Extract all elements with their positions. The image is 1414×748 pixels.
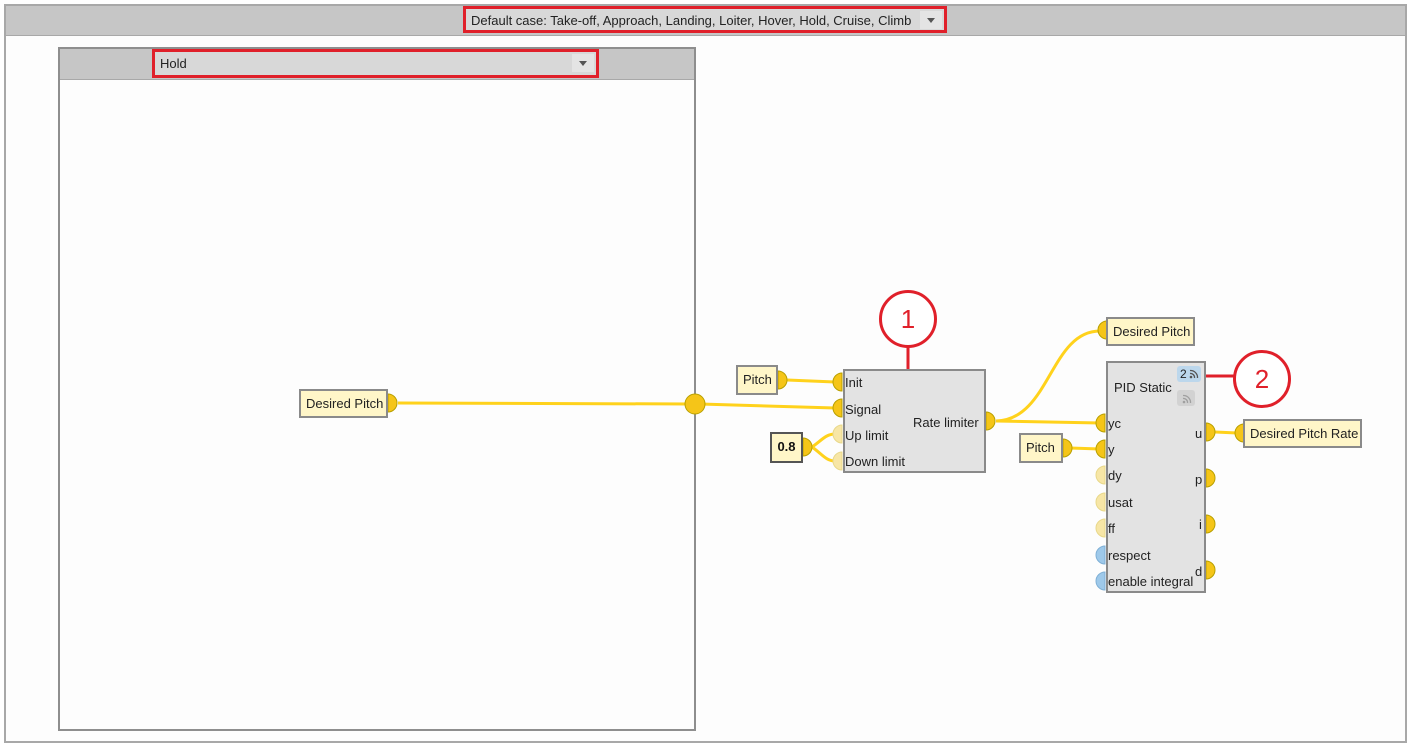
wire [397, 401, 691, 406]
pid-d-port [1205, 560, 1216, 580]
constant-port [802, 437, 813, 457]
pid-u-label: u [1195, 426, 1203, 441]
pid-enable-integral-port [1095, 571, 1106, 591]
desired-pitch-rate-tag[interactable]: Desired Pitch Rate [1243, 419, 1362, 448]
pid-i-port [1205, 514, 1216, 534]
wire [811, 432, 836, 449]
wire [995, 419, 1101, 425]
pid-u-port [1205, 422, 1216, 442]
pid-title: PID Static [1114, 380, 1172, 395]
pid-dy-label: dy [1108, 468, 1122, 483]
pid-usat-label: usat [1108, 495, 1133, 510]
init-label: Init [845, 375, 863, 390]
pid-y-port [1095, 439, 1106, 459]
rss-icon-secondary[interactable] [1177, 390, 1195, 406]
pid-i-label: i [1199, 517, 1202, 532]
rss-icon [1182, 394, 1192, 404]
signal-label: Signal [845, 402, 882, 417]
down-limit-port [832, 451, 843, 471]
pid-respect-label: respect [1108, 548, 1151, 563]
rate-limiter-title: Rate limiter [913, 415, 979, 430]
callout-2: 2 [1233, 350, 1291, 408]
up-limit-port [832, 424, 843, 444]
pitch-feedback-tag[interactable]: Pitch [1019, 433, 1063, 463]
callout-1: 1 [879, 290, 937, 348]
pid-yc-label: yc [1108, 416, 1121, 431]
up-limit-label: Up limit [845, 428, 889, 443]
desired-pitch-tag[interactable]: Desired Pitch [299, 389, 388, 418]
wire [995, 329, 1101, 423]
pid-enable-integral-label: enable integral [1108, 574, 1194, 589]
pid-ff-label: ff [1108, 521, 1115, 536]
signal-port [832, 398, 843, 418]
desired-pitch-port [387, 393, 398, 413]
tunnel-port [684, 393, 706, 415]
wire [699, 402, 836, 410]
pitch-a-port [777, 370, 788, 390]
pid-usat-port [1095, 492, 1106, 512]
wire [786, 378, 836, 384]
pid-y-label: y [1108, 442, 1115, 457]
desired-pitch-output-tag[interactable]: Desired Pitch [1106, 317, 1195, 346]
pitch-input-tag[interactable]: Pitch [736, 365, 778, 395]
pid-yc-port [1095, 413, 1106, 433]
pid-p-port [1205, 468, 1216, 488]
rate-limiter-output-port [985, 411, 996, 431]
rss-icon [1189, 369, 1199, 379]
wire [1214, 430, 1238, 435]
pid-p-label: p [1195, 472, 1203, 487]
wire [1069, 446, 1101, 451]
rss-badge[interactable]: 2 [1177, 366, 1201, 382]
pitch-b-port [1062, 438, 1073, 458]
pid-respect-port [1095, 545, 1106, 565]
constant-value[interactable]: 0.8 [770, 432, 803, 463]
down-limit-label: Down limit [845, 454, 905, 469]
init-port [832, 372, 843, 392]
rss-badge-count: 2 [1180, 367, 1187, 381]
pid-d-label: d [1195, 564, 1203, 579]
pid-ff-port [1095, 518, 1106, 538]
wire [811, 445, 836, 463]
pid-dy-port [1095, 465, 1106, 485]
